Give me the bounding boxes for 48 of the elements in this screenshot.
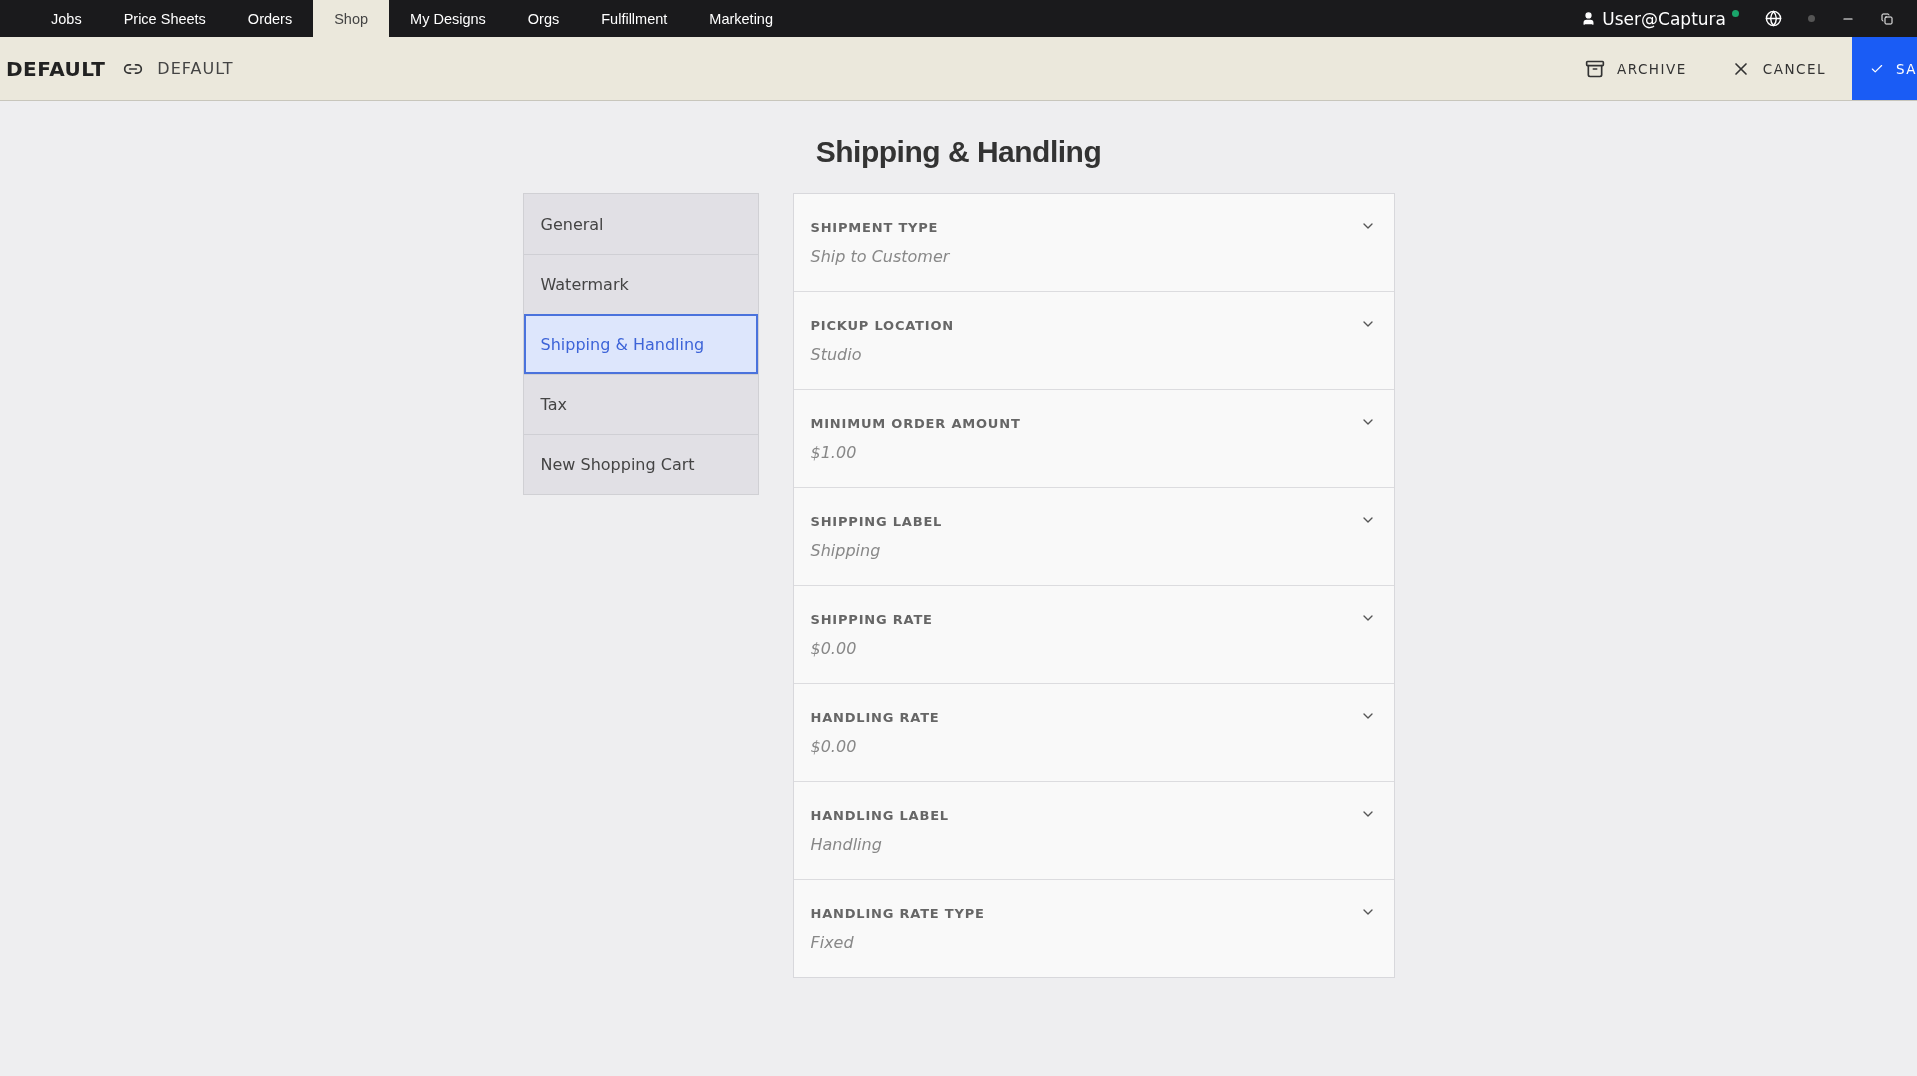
nav-tab[interactable]: Price Sheets [102, 0, 227, 37]
field-value: $0.00 [810, 638, 857, 658]
field-label: HANDLING LABEL [810, 807, 949, 823]
field-value: $1.00 [810, 442, 857, 462]
archive-button[interactable]: ARCHIVE [1566, 37, 1705, 100]
field-label: MINIMUM ORDER AMOUNT [810, 415, 1021, 431]
field-value: Handling [810, 834, 882, 854]
nav-tab[interactable]: Jobs [30, 0, 103, 37]
field-value: Fixed [810, 932, 854, 952]
nav-tab[interactable]: Fulfillment [580, 0, 689, 37]
sidebar-item[interactable]: Shipping & Handling [523, 314, 758, 374]
nav-tab[interactable]: Orgs [506, 0, 581, 37]
globe-icon[interactable] [1765, 10, 1782, 27]
user-icon [1581, 11, 1597, 26]
dropdown-field[interactable]: HANDLING RATE $0.00 [793, 683, 1394, 781]
field-value: Shipping [810, 540, 881, 560]
user-name[interactable]: User@Captura [1602, 8, 1726, 29]
sidebar-item[interactable]: Tax [523, 374, 758, 434]
sidebar-item[interactable]: General [523, 194, 758, 254]
field-label: SHIPMENT TYPE [810, 219, 939, 235]
field-value: Ship to Customer [810, 246, 950, 266]
cancel-button[interactable]: CANCEL [1712, 37, 1844, 100]
dropdown-field[interactable]: SHIPPING LABEL Shipping [793, 487, 1394, 585]
field-label: HANDLING RATE [810, 709, 940, 725]
indicator-dot [1808, 15, 1815, 22]
restore-icon[interactable] [1881, 12, 1893, 25]
dropdown-field[interactable]: PICKUP LOCATION Studio [793, 291, 1394, 389]
dropdown-field[interactable]: SHIPMENT TYPE Ship to Customer [793, 194, 1394, 291]
field-value: Studio [810, 344, 862, 364]
dropdown-field[interactable]: HANDLING LABEL Handling [793, 781, 1394, 879]
field-value: $0.00 [810, 736, 857, 756]
record-title: DEFAULT [6, 56, 106, 81]
dropdown-field[interactable]: MINIMUM ORDER AMOUNT $1.00 [793, 389, 1394, 487]
page-title: Shipping & Handling [815, 135, 1102, 169]
field-label: PICKUP LOCATION [810, 317, 954, 333]
nav-tab[interactable]: Marketing [688, 0, 794, 37]
dropdown-field[interactable]: SHIPPING RATE $0.00 [793, 585, 1394, 683]
linked-name: DEFAULT [157, 59, 234, 78]
dropdown-field[interactable]: HANDLING RATE TYPE Fixed [793, 879, 1394, 977]
sidebar-item[interactable]: New Shopping Cart [523, 434, 758, 494]
field-label: SHIPPING RATE [810, 611, 933, 627]
field-label: HANDLING RATE TYPE [810, 905, 985, 921]
nav-tab[interactable]: Shop [313, 0, 390, 37]
field-label: SHIPPING LABEL [810, 513, 943, 529]
save-button[interactable]: SA [1852, 37, 1917, 100]
nav-tab[interactable]: Orders [226, 0, 314, 37]
archive-icon [1584, 58, 1605, 79]
nav-tab[interactable]: My Designs [389, 0, 507, 37]
